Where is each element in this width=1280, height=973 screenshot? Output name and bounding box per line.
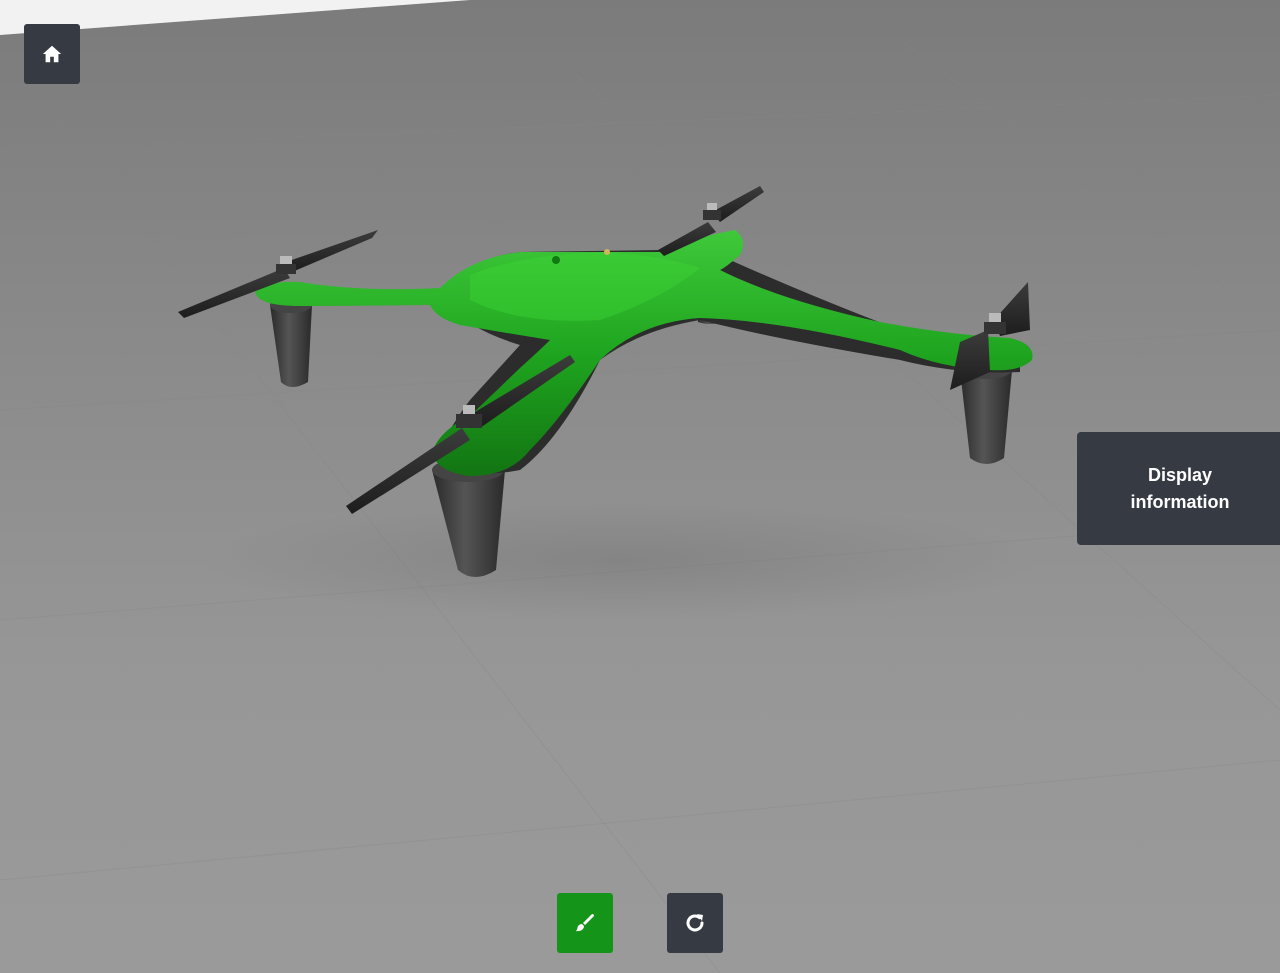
paintbrush-icon bbox=[573, 911, 597, 935]
leg-left bbox=[270, 297, 312, 387]
paint-color-button[interactable] bbox=[557, 893, 613, 953]
display-information-label: Display information bbox=[1130, 464, 1230, 512]
home-icon bbox=[41, 43, 63, 65]
home-button[interactable] bbox=[24, 24, 80, 84]
3d-viewport[interactable]: Display information bbox=[0, 0, 1280, 973]
drone-led bbox=[604, 249, 610, 255]
drone-sensor bbox=[552, 256, 560, 264]
drone-shadow bbox=[200, 500, 1040, 620]
drone-model[interactable] bbox=[178, 186, 1040, 620]
reset-view-button[interactable] bbox=[667, 893, 723, 953]
display-information-button[interactable]: Display information bbox=[1077, 432, 1280, 545]
rotate-icon bbox=[683, 911, 707, 935]
